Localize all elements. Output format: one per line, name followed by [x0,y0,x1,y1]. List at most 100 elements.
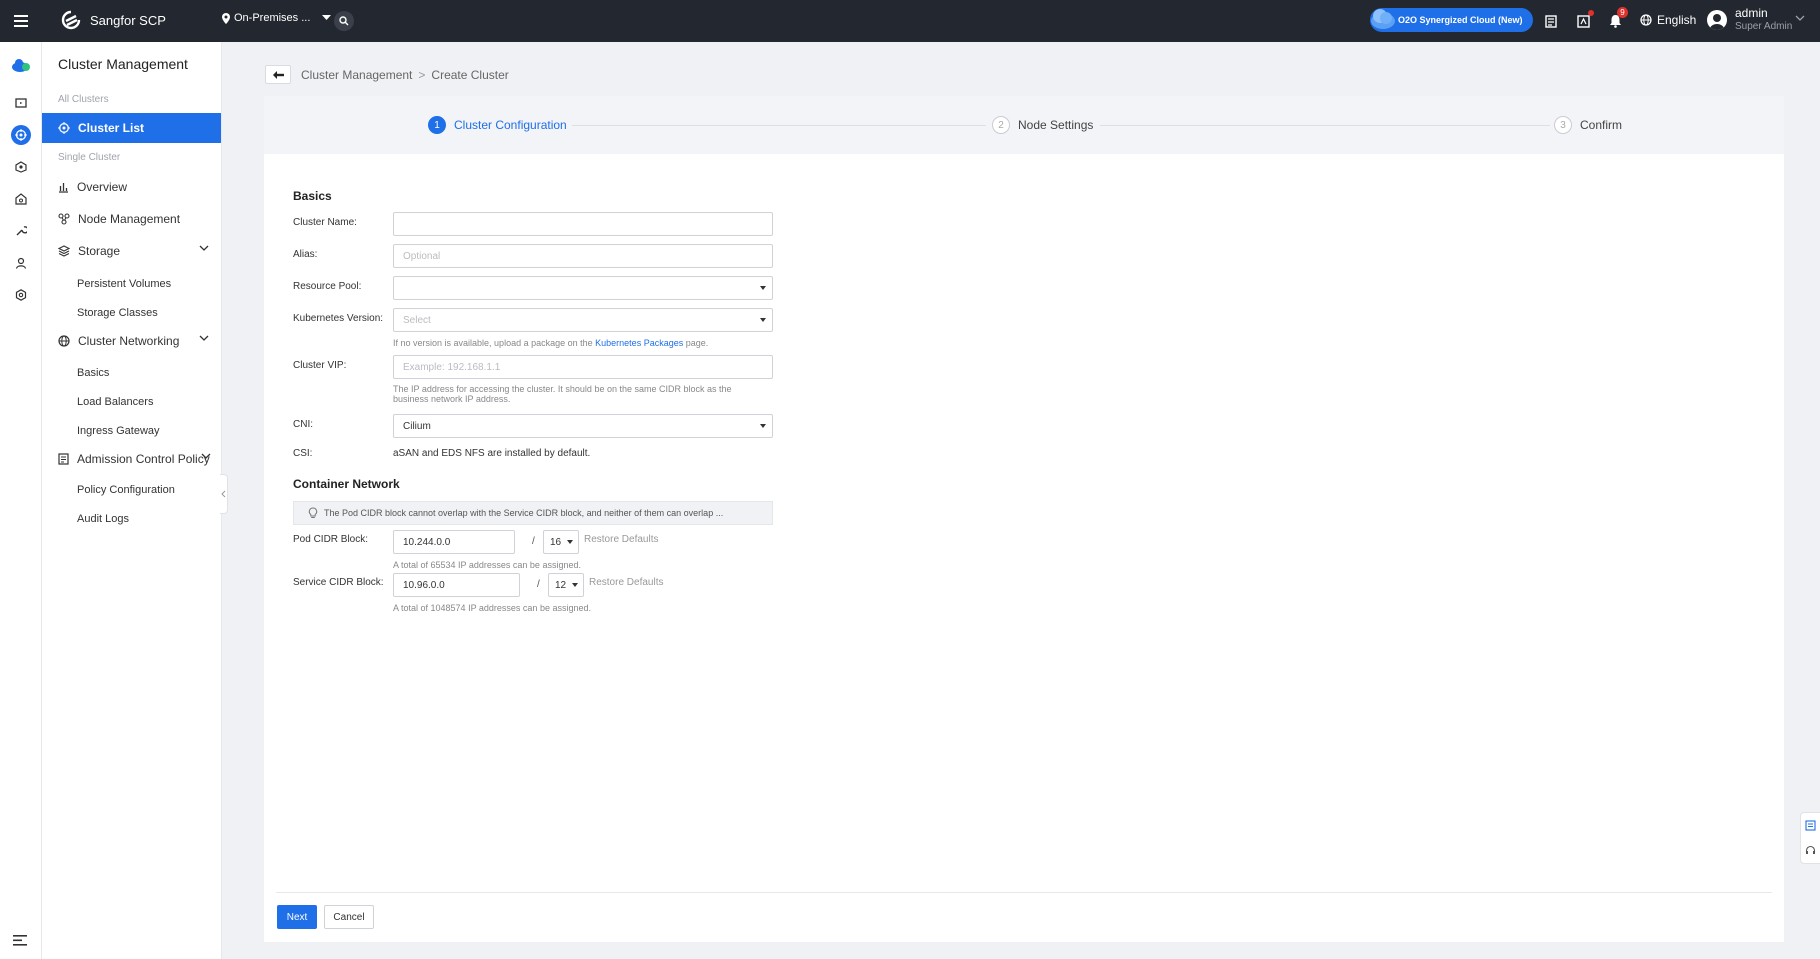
next-button[interactable]: Next [277,905,317,929]
sidebar-item-basics[interactable]: Basics [77,367,109,379]
back-button[interactable] [265,65,291,84]
caret-down-icon [760,318,766,322]
sidebar-item-label: Storage [78,244,121,258]
wrench-icon[interactable] [11,221,31,241]
user-avatar-icon [1710,14,1724,30]
language-label: English [1657,13,1697,27]
bell-icon[interactable]: 9 [1606,7,1628,30]
settings-icon[interactable] [11,285,31,305]
pod-restore-defaults[interactable]: Restore Defaults [584,534,658,545]
create-cluster-panel: 1 Cluster Configuration 2 Node Settings … [264,96,1784,942]
hint-text: If no version is available, upload a pac… [393,338,593,348]
breadcrumb-parent[interactable]: Cluster Management [301,68,412,82]
alerts-icon[interactable] [1574,10,1594,30]
arrow-left-icon [272,70,284,79]
logo[interactable]: Sangfor SCP [60,10,166,30]
step-node-settings: 2 Node Settings [992,116,1093,134]
collapse-menu-icon[interactable] [13,935,27,946]
search-button[interactable] [334,11,354,31]
user-menu[interactable]: admin Super Admin [1707,6,1792,34]
brand-name: Sangfor SCP [90,12,166,28]
step-number: 2 [992,116,1010,134]
sidebar-item-persistent-volumes[interactable]: Persistent Volumes [77,278,171,290]
section-title-container-network: Container Network [293,477,400,491]
step-label: Cluster Configuration [454,118,567,132]
sidebar-item-policy-configuration[interactable]: Policy Configuration [77,484,175,496]
headset-icon[interactable] [1805,845,1816,856]
step-label: Node Settings [1018,118,1094,132]
sidebar: Cluster Management All Clusters Cluster … [42,42,222,959]
kubernetes-icon[interactable] [11,125,31,145]
pod-mask-select[interactable]: 16 [543,530,579,554]
caret-down-icon [322,15,332,20]
caret-down-icon [760,424,766,428]
hint-text: page. [685,338,709,348]
user-name: admin [1735,6,1768,20]
user-icon[interactable] [11,253,31,273]
cluster-name-label: Cluster Name: [293,217,357,228]
cni-select[interactable]: Cilium [393,414,773,438]
cluster-vip-label: Cluster VIP: [293,360,347,371]
step-number: 3 [1554,116,1572,134]
csi-label: CSI: [293,448,313,459]
service-mask-select[interactable]: 12 [548,573,584,597]
resource-pool-select[interactable] [393,276,773,300]
storage-icon[interactable] [11,189,31,209]
sidebar-item-ingress-gateway[interactable]: Ingress Gateway [77,425,160,437]
cluster-vip-input[interactable]: Example: 192.168.1.1 [393,355,773,379]
o2o-cloud-button[interactable]: O2O Synergized Cloud (New) [1370,8,1533,32]
sidebar-item-load-balancers[interactable]: Load Balancers [77,396,153,408]
section-title-basics: Basics [293,189,332,203]
cluster-icon [58,122,70,134]
service-cidr-input[interactable]: 10.96.0.0 [393,573,520,597]
o2o-label: O2O Synergized Cloud (New) [1398,15,1523,25]
alias-label: Alias: [293,249,318,260]
document-icon[interactable] [1805,820,1816,831]
alias-input[interactable]: Optional [393,244,773,268]
sidebar-item-admission-control-policy[interactable]: Admission Control Policy [42,444,221,474]
chevron-down-icon[interactable] [1795,15,1805,21]
kubernetes-packages-link[interactable]: Kubernetes Packages [595,338,683,348]
sidebar-item-label: Overview [77,180,128,194]
cancel-button[interactable]: Cancel [324,905,374,929]
language-selector[interactable]: English [1640,13,1696,27]
sidebar-item-storage[interactable]: Storage [42,236,221,266]
network-icon[interactable] [11,157,31,177]
bar-chart-icon [59,182,68,193]
floating-toolbar [1800,812,1820,864]
sidebar-item-cluster-list[interactable]: Cluster List [42,113,221,143]
pod-cidr-input[interactable]: 10.244.0.0 [393,530,515,554]
chevron-down-icon [199,335,209,341]
service-cidr-label: Service CIDR Block: [293,577,384,588]
cni-value: Cilium [403,420,431,432]
pod-mask-value: 16 [550,536,562,548]
tasks-icon[interactable] [1542,12,1560,30]
kubernetes-version-placeholder: Select [403,314,431,326]
service-cidr-hint: A total of 1048574 IP addresses can be a… [393,603,591,613]
cluster-name-input[interactable] [393,212,773,236]
kubernetes-version-label: Kubernetes Version: [293,313,384,324]
service-cidr-slash: / [537,579,540,590]
cloud-home-icon[interactable] [11,55,31,75]
policy-icon [58,453,69,465]
sidebar-item-cluster-networking[interactable]: Cluster Networking [42,326,221,356]
avatar [1707,10,1727,30]
cluster-vip-hint-line2: business network IP address. [393,394,511,404]
environment-label: On-Premises ... [234,12,311,24]
sidebar-item-audit-logs[interactable]: Audit Logs [77,513,129,525]
sidebar-item-node-management[interactable]: Node Management [42,204,221,234]
caret-down-icon [760,286,766,290]
chevron-down-icon [199,245,209,251]
kubernetes-version-select[interactable]: Select [393,308,773,332]
sidebar-item-overview[interactable]: Overview [42,172,221,202]
sidebar-collapse-handle[interactable] [220,474,228,514]
caret-down-icon [572,583,578,587]
sidebar-item-storage-classes[interactable]: Storage Classes [77,307,158,319]
step-cluster-configuration: 1 Cluster Configuration [428,116,567,134]
environment-selector[interactable]: On-Premises ... [222,12,332,24]
service-restore-defaults[interactable]: Restore Defaults [589,577,663,588]
notification-badge: 9 [1617,7,1628,18]
monitor-icon[interactable] [11,93,31,113]
menu-icon[interactable] [0,0,42,42]
step-connector [572,125,986,126]
